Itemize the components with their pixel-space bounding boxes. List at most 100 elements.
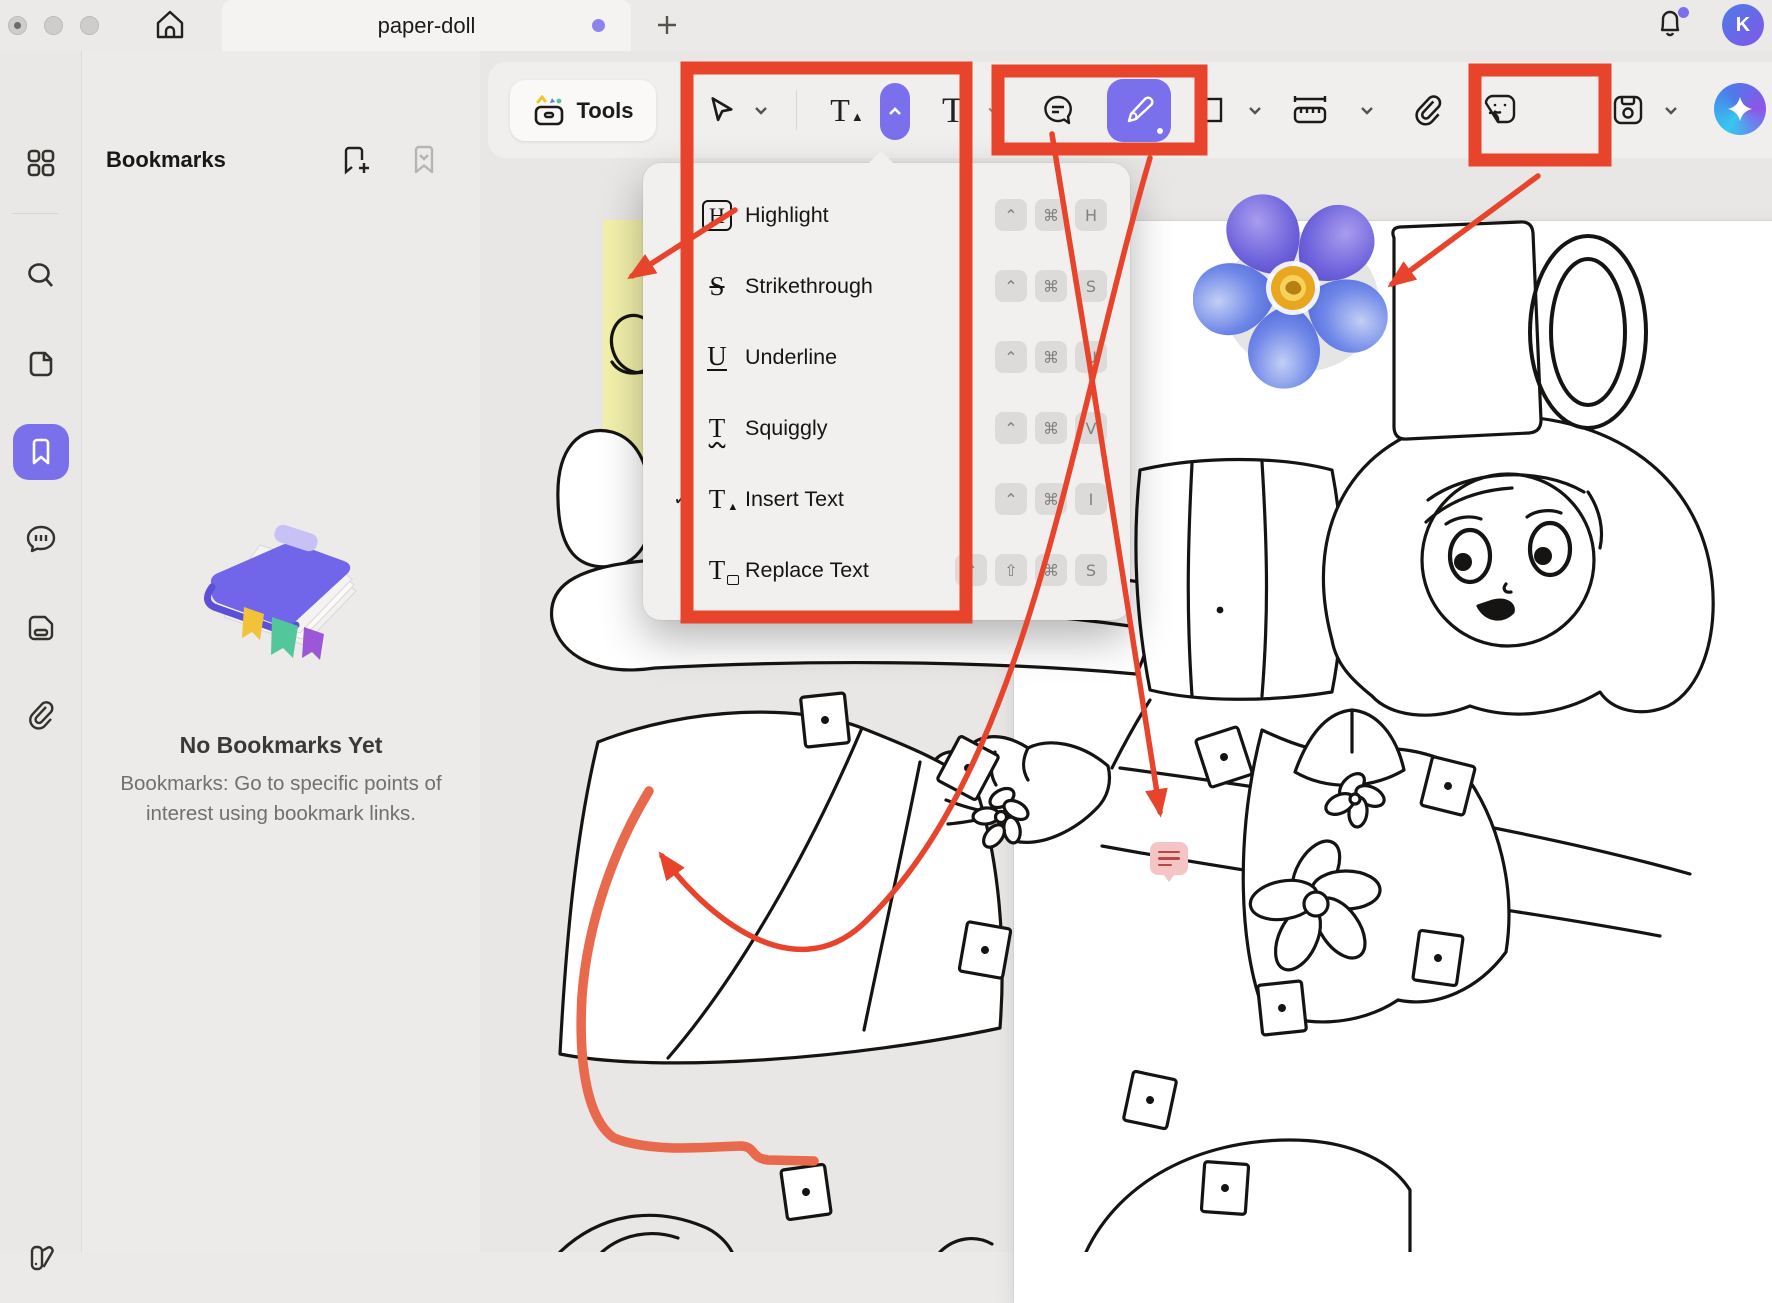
underline-icon: U — [689, 343, 745, 371]
menu-item-squiggly[interactable]: T Squiggly ⌃⌘V — [643, 393, 1130, 463]
pencil-icon — [1121, 93, 1157, 129]
highlight-icon: H — [689, 200, 745, 231]
sidebar-item-attachments[interactable] — [19, 693, 63, 737]
home-button[interactable] — [152, 7, 188, 43]
sidebar-item-pages[interactable] — [19, 342, 63, 386]
comment-icon — [24, 523, 58, 557]
insert-text-icon: T▲ — [689, 484, 745, 515]
home-icon — [152, 7, 188, 43]
insert-text-icon: T▲ — [830, 92, 850, 129]
sidebar-item-grid[interactable] — [19, 141, 63, 185]
chevron-down-icon — [986, 103, 1000, 117]
comment-line — [1158, 864, 1172, 867]
panel-title: Bookmarks — [106, 147, 226, 173]
insert-text-options-button[interactable] — [880, 83, 910, 140]
toolbar: Tools T▲ T — [488, 62, 1772, 158]
page-icon — [25, 348, 57, 380]
measure-tool-button[interactable] — [1288, 88, 1332, 132]
paperclip-icon — [1411, 93, 1445, 127]
ai-assistant-button[interactable] — [1714, 83, 1766, 135]
text-tool-button[interactable]: T — [931, 88, 975, 132]
window-minimize-button[interactable] — [44, 16, 63, 35]
chevron-up-icon — [887, 104, 903, 120]
sidebar-item-thumbnails[interactable] — [19, 606, 63, 650]
highlighter-pen-tool-button[interactable] — [1107, 79, 1171, 142]
empty-state-description: Bookmarks: Go to specific points of inte… — [118, 769, 444, 829]
menu-item-underline[interactable]: U Underline ⌃⌘U — [643, 322, 1130, 392]
checkmark: ✓ — [643, 488, 689, 511]
empty-bookmarks-illustration — [186, 499, 376, 699]
text-markup-dropdown-menu: H Highlight ⌃⌘H S Strikethrough ⌃⌘S U Un… — [643, 163, 1130, 620]
comment-annotation-marker[interactable] — [1150, 842, 1188, 875]
grid-icon — [25, 147, 57, 179]
sidebar-item-appearance[interactable] — [19, 1236, 63, 1280]
sidebar-rail — [0, 51, 82, 1252]
tool-options-dot — [1157, 128, 1163, 134]
comment-line — [1158, 857, 1180, 860]
document-tab[interactable]: paper-doll — [222, 0, 631, 51]
add-bookmark-button[interactable] — [337, 144, 371, 178]
search-icon — [25, 260, 57, 292]
save-tool-button[interactable] — [1606, 88, 1650, 132]
chevron-down-icon — [752, 101, 770, 119]
page-slot-icon — [25, 612, 57, 644]
flower-sticker[interactable] — [1193, 190, 1393, 390]
measure-tool-dropdown[interactable] — [1356, 88, 1378, 132]
menu-item-replace-text[interactable]: T Replace Text ⌃⇧⌘S — [643, 535, 1130, 605]
bookmark-outline-icon — [408, 144, 440, 176]
unsaved-indicator-dot — [592, 19, 605, 32]
shape-tool-dropdown[interactable] — [1244, 88, 1266, 132]
bookmark-outline-button[interactable] — [408, 144, 442, 178]
chevron-down-icon — [1246, 101, 1264, 119]
chevron-down-icon — [1358, 101, 1376, 119]
chevron-down-icon — [1662, 101, 1680, 119]
empty-state-heading: No Bookmarks Yet — [82, 732, 480, 759]
sticker-tool-button[interactable] — [1478, 88, 1522, 132]
menu-item-insert-text[interactable]: ✓ T▲ Insert Text ⌃⌘I — [643, 464, 1130, 534]
window-close-button[interactable] — [8, 16, 27, 35]
notification-badge — [1678, 7, 1689, 18]
save-icon — [1610, 92, 1646, 128]
toolbox-icon — [532, 95, 566, 127]
sidebar-item-bookmarks[interactable] — [13, 424, 69, 480]
strikethrough-icon: S — [689, 271, 745, 302]
shape-tool-button[interactable] — [1188, 88, 1232, 132]
avatar[interactable]: K — [1722, 4, 1764, 46]
sticker-icon — [1481, 91, 1519, 129]
comment-line — [1158, 851, 1180, 854]
add-bookmark-icon — [337, 144, 371, 178]
comment-bubble-icon — [1040, 92, 1076, 128]
menu-item-strikethrough[interactable]: S Strikethrough ⌃⌘S — [643, 251, 1130, 321]
sidebar-item-comments[interactable] — [19, 518, 63, 562]
menu-item-highlight[interactable]: H Highlight ⌃⌘H — [643, 180, 1130, 250]
bookmark-icon — [27, 438, 55, 466]
select-tool-dropdown[interactable] — [750, 88, 772, 132]
save-tool-dropdown[interactable] — [1660, 88, 1682, 132]
attachment-tool-button[interactable] — [1406, 88, 1450, 132]
palette-icon — [24, 1241, 58, 1275]
tools-button[interactable]: Tools — [510, 80, 656, 141]
replace-text-icon: T — [689, 555, 745, 586]
paperclip-icon — [25, 699, 57, 731]
text-tool-dropdown[interactable] — [982, 88, 1004, 132]
notifications-button[interactable] — [1652, 5, 1692, 45]
avatar-initial: K — [1736, 14, 1750, 37]
tab-title: paper-doll — [378, 13, 476, 39]
cursor-icon — [707, 95, 737, 125]
bookmarks-panel: Bookmarks No Bookmarks Yet Bookmarks: Go… — [82, 51, 480, 1252]
new-tab-button[interactable] — [653, 11, 681, 39]
window-zoom-button[interactable] — [80, 16, 99, 35]
select-tool-button[interactable] — [700, 88, 744, 132]
text-tool-icon: T — [942, 89, 964, 131]
divider — [796, 90, 797, 130]
squiggly-icon: T — [689, 413, 745, 444]
sidebar-item-search[interactable] — [19, 254, 63, 298]
tools-label: Tools — [576, 98, 633, 124]
plus-icon — [653, 11, 681, 39]
ruler-icon — [1289, 91, 1331, 129]
comment-tool-button[interactable] — [1036, 88, 1080, 132]
insert-text-tool-button[interactable]: T▲ — [818, 88, 862, 132]
divider — [12, 213, 58, 214]
square-shape-icon — [1195, 95, 1225, 125]
ai-sparkle-icon — [1725, 94, 1755, 124]
